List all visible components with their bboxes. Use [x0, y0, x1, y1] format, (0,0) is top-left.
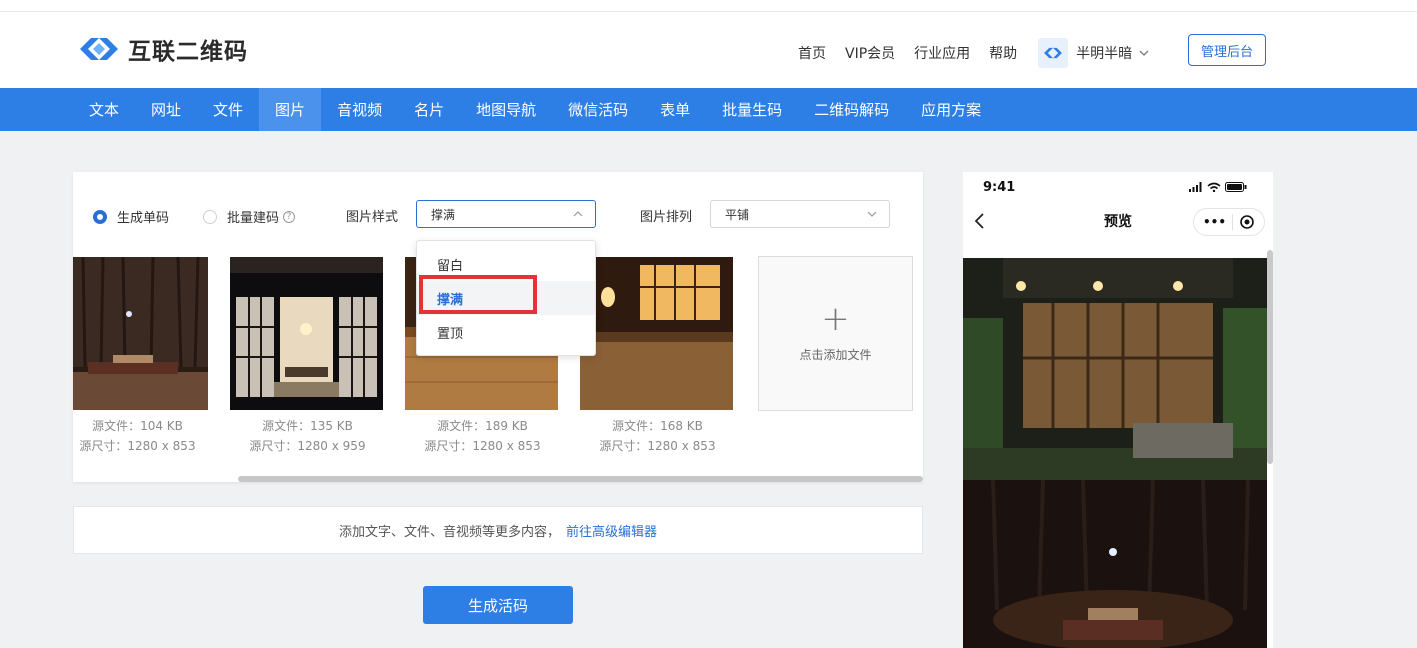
- tab-map-navigation[interactable]: 地图导航: [460, 88, 552, 131]
- batch-code-radio[interactable]: 批量建码 ?: [203, 207, 296, 226]
- horizontal-scrollbar[interactable]: [238, 476, 923, 482]
- file-dims: 源尺寸：1280 x 959: [249, 439, 366, 453]
- top-nav: 首页 VIP会员 行业应用 帮助 半明半暗: [798, 38, 1150, 68]
- generate-code-button[interactable]: 生成活码: [423, 586, 573, 624]
- nav-home[interactable]: 首页: [798, 43, 826, 63]
- file-dims: 源尺寸：1280 x 853: [599, 439, 716, 453]
- file-size: 源文件：135 KB: [262, 419, 353, 433]
- tab-batch-generate[interactable]: 批量生码: [706, 88, 798, 131]
- mini-program-capsule: •••: [1193, 208, 1265, 236]
- image-style-label: 图片样式: [346, 210, 399, 225]
- file-meta: 源文件：104 KB 源尺寸：1280 x 853: [73, 416, 215, 456]
- chevron-down-icon: [867, 211, 877, 217]
- image-thumbnail[interactable]: [73, 257, 208, 410]
- lantern-room-photo: [580, 257, 733, 410]
- file-meta: 源文件：135 KB 源尺寸：1280 x 959: [230, 416, 385, 456]
- image-arrange-value: 平铺: [725, 207, 750, 222]
- image-style-select[interactable]: 撑满: [416, 200, 596, 228]
- logo-text: 互联二维码: [128, 39, 248, 65]
- add-file-button[interactable]: + 点击添加文件: [758, 256, 913, 411]
- advanced-editor-link[interactable]: 前往高级编辑器: [566, 521, 657, 540]
- preview-scrollbar[interactable]: [1267, 250, 1273, 464]
- chevron-down-icon: [1139, 50, 1149, 56]
- file-size: 源文件：168 KB: [612, 419, 703, 433]
- shoji-room-photo: [230, 257, 383, 410]
- tab-form[interactable]: 表单: [644, 88, 706, 131]
- radio-unchecked-icon: [203, 209, 217, 224]
- status-time: 9:41: [983, 180, 1016, 195]
- nav-vip[interactable]: VIP会员: [845, 43, 895, 63]
- single-code-radio[interactable]: 生成单码: [93, 207, 169, 226]
- tea-room-photo: [73, 257, 208, 410]
- file-dims: 源尺寸：1280 x 853: [79, 439, 196, 453]
- batch-code-label: 批量建码: [227, 211, 280, 226]
- image-arrange-select[interactable]: 平铺: [710, 200, 890, 228]
- file-dims: 源尺寸：1280 x 853: [424, 439, 541, 453]
- tab-qr-decode[interactable]: 二维码解码: [798, 88, 905, 131]
- image-thumbnail[interactable]: [580, 257, 733, 410]
- image-thumbnail[interactable]: [230, 257, 383, 410]
- style-option-top[interactable]: 置顶: [417, 315, 595, 349]
- browser-top-strip: [0, 0, 1417, 12]
- plus-icon: +: [821, 299, 850, 339]
- avatar: [1038, 38, 1069, 68]
- file-size: 源文件：104 KB: [92, 419, 183, 433]
- advanced-hint: 添加文字、文件、音视频等更多内容，: [338, 524, 560, 540]
- more-dots-icon[interactable]: •••: [1203, 215, 1226, 229]
- image-style-value: 撑满: [431, 207, 456, 222]
- tab-wechat-code[interactable]: 微信活码: [552, 88, 644, 131]
- tab-business-card[interactable]: 名片: [398, 88, 460, 131]
- phone-preview: 9:41 预览 •••: [963, 172, 1273, 648]
- nav-help[interactable]: 帮助: [989, 43, 1017, 63]
- wifi-icon: [1207, 182, 1221, 192]
- user-menu[interactable]: 半明半暗: [1038, 38, 1150, 68]
- preview-image-garden-room: [963, 258, 1267, 480]
- image-arrange-label: 图片排列: [640, 210, 693, 225]
- help-icon[interactable]: ?: [283, 210, 296, 223]
- logo-icon: [80, 38, 118, 60]
- file-size: 源文件：189 KB: [437, 419, 528, 433]
- nav-industry[interactable]: 行业应用: [914, 43, 970, 63]
- radio-checked-icon: [93, 209, 107, 224]
- site-header: 互联二维码 首页 VIP会员 行业应用 帮助 半明半暗 管理后台: [0, 12, 1417, 88]
- battery-icon: [1225, 182, 1247, 192]
- file-meta: 源文件：168 KB 源尺寸：1280 x 853: [580, 416, 735, 456]
- close-target-icon[interactable]: [1239, 214, 1255, 230]
- admin-button[interactable]: 管理后台: [1188, 34, 1266, 66]
- category-nav: 文本 网址 文件 图片 音视频 名片 地图导航 微信活码 表单 批量生码 二维码…: [0, 88, 1417, 131]
- tab-image[interactable]: 图片: [259, 88, 322, 131]
- tab-text[interactable]: 文本: [73, 88, 135, 131]
- file-meta: 源文件：189 KB 源尺寸：1280 x 853: [405, 416, 560, 456]
- advanced-editor-bar: 添加文字、文件、音视频等更多内容， 前往高级编辑器: [73, 506, 923, 554]
- tab-solutions[interactable]: 应用方案: [905, 88, 997, 131]
- avatar-logo-icon: [1044, 47, 1063, 59]
- add-file-label: 点击添加文件: [799, 348, 872, 362]
- site-logo[interactable]: 互联二维码: [76, 32, 248, 66]
- user-name: 半明半暗: [1076, 46, 1133, 62]
- preview-image-tea-room: [963, 480, 1267, 648]
- tab-url[interactable]: 网址: [135, 88, 197, 131]
- chevron-up-icon: [573, 211, 583, 217]
- tab-file[interactable]: 文件: [197, 88, 259, 131]
- single-code-label: 生成单码: [117, 211, 170, 226]
- highlight-box: [419, 275, 537, 314]
- signal-icon: [1189, 182, 1202, 192]
- tab-audio-video[interactable]: 音视频: [321, 88, 398, 131]
- status-icons: [1189, 182, 1247, 192]
